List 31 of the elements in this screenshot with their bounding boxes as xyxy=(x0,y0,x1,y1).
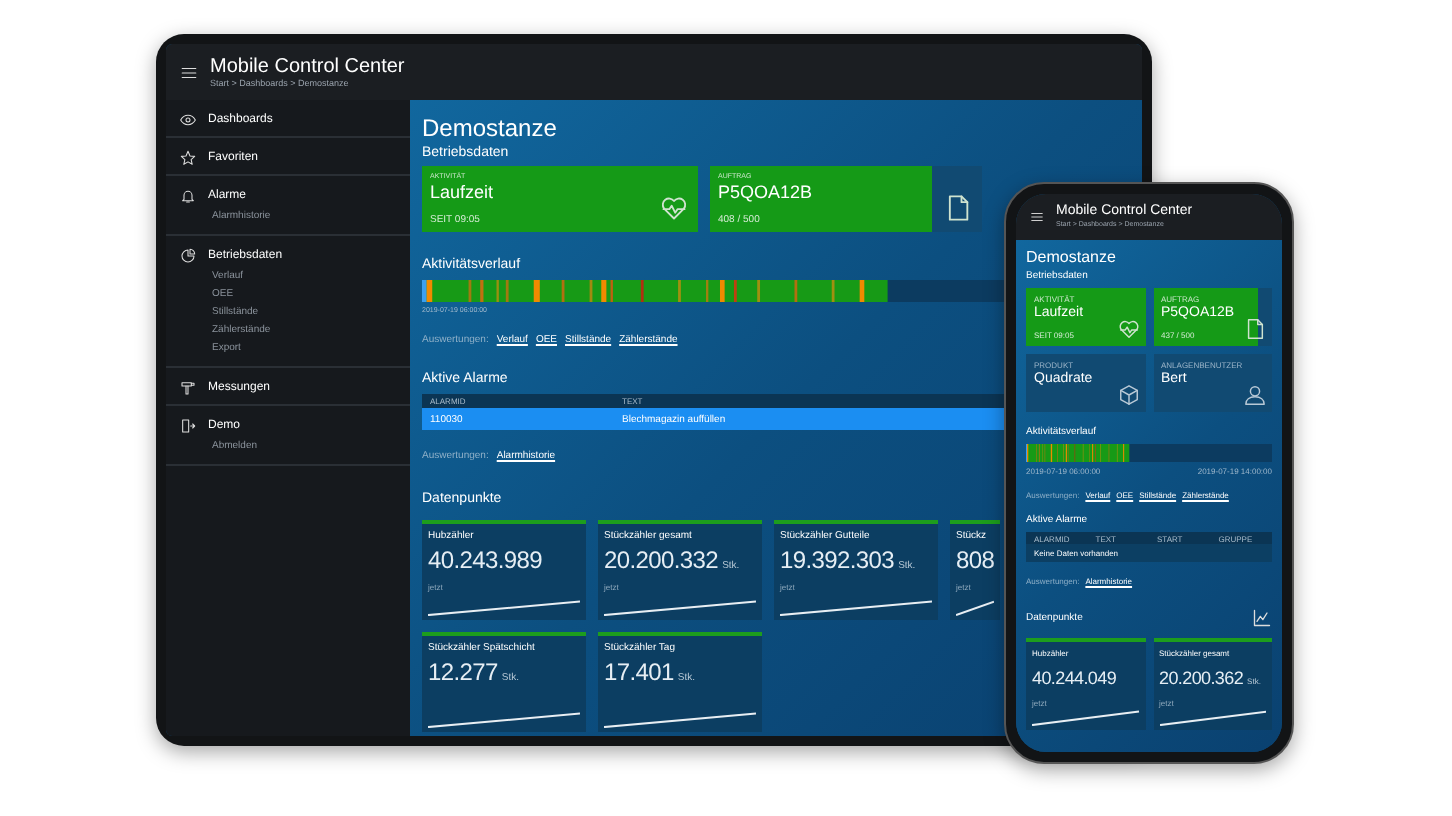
card-value: P5QOA12B xyxy=(718,182,815,202)
app-title: Mobile Control Center xyxy=(210,55,405,78)
bell-icon xyxy=(180,187,196,203)
datapoint-value: 20.200.362 xyxy=(1159,668,1244,688)
menu-icon[interactable] xyxy=(1030,210,1044,224)
datapoint-value: 40.244.049 xyxy=(1032,668,1117,688)
hammer-icon xyxy=(180,379,196,395)
card-value: Laufzeit xyxy=(430,182,496,202)
exit-icon xyxy=(180,417,196,433)
trend-line xyxy=(956,598,994,616)
heart-pulse-icon xyxy=(1117,318,1139,340)
trend-line xyxy=(1159,708,1266,726)
pie-chart-icon xyxy=(180,247,196,263)
datapoint-value: 808 xyxy=(956,546,995,574)
heart-pulse-icon xyxy=(660,194,688,222)
trend-line xyxy=(1032,708,1139,726)
datapoint-value: 12.277 xyxy=(428,658,498,686)
menu-icon[interactable] xyxy=(180,63,198,81)
datapoint-value: 40.243.989 xyxy=(428,546,543,574)
cube-icon xyxy=(1117,384,1139,406)
document-icon xyxy=(944,194,972,222)
star-icon xyxy=(180,149,196,165)
datapoint-value: 19.392.303 xyxy=(780,546,895,574)
document-icon xyxy=(1244,318,1266,340)
datapoint-value: 17.401 xyxy=(604,658,674,686)
eye-icon xyxy=(180,111,196,127)
page-title: Demostanze xyxy=(422,114,559,142)
line-chart-icon[interactable] xyxy=(1252,608,1272,628)
person-icon xyxy=(1244,384,1266,406)
datapoint-value: 20.200.332 xyxy=(604,546,719,574)
page-title: Demostanze xyxy=(1026,248,1118,266)
